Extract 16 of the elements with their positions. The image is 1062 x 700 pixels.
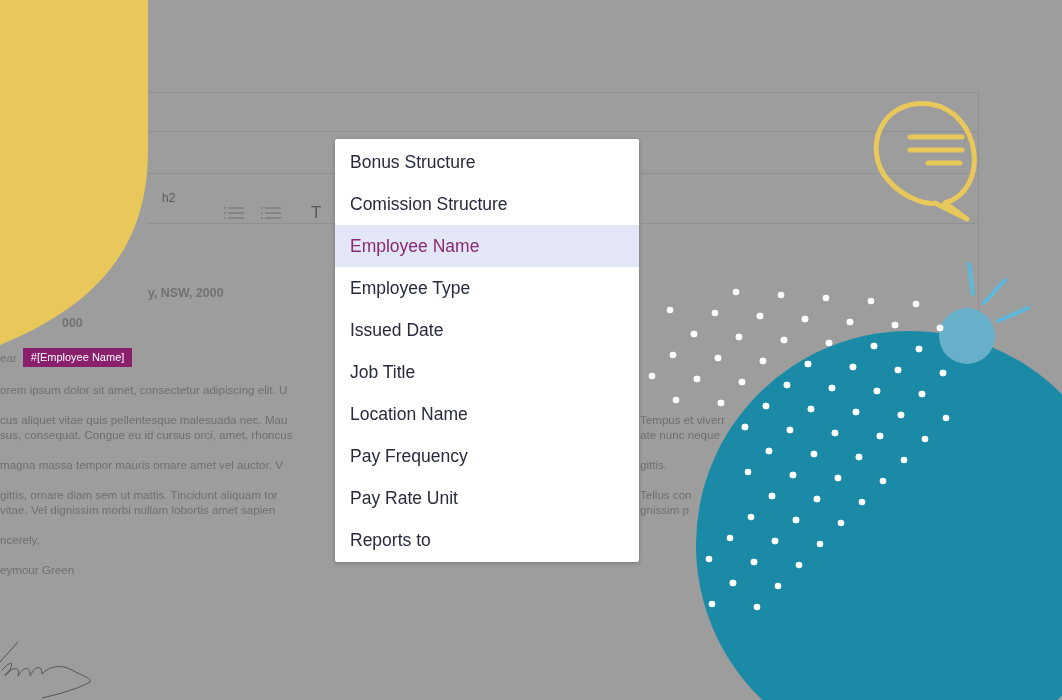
rays-drawing xyxy=(967,262,1030,323)
variable-tag: #[Employee Name] xyxy=(22,348,133,367)
menu-item[interactable]: Comission Structure xyxy=(335,183,639,225)
dot-shape xyxy=(939,308,995,364)
menu-item[interactable]: Bonus Structure xyxy=(335,141,639,183)
menu-item[interactable]: Pay Frequency xyxy=(335,435,639,477)
menu-item[interactable]: Employee Name xyxy=(335,225,639,267)
menu-item[interactable]: Location Name xyxy=(335,393,639,435)
menu-item[interactable]: Reports to xyxy=(335,519,639,561)
bulleted-list-icon[interactable] xyxy=(224,207,244,219)
menu-item[interactable]: Issued Date xyxy=(335,309,639,351)
menu-item[interactable]: Pay Rate Unit xyxy=(335,477,639,519)
numbered-list-icon[interactable] xyxy=(261,207,281,219)
speech-bubble-icon xyxy=(873,101,977,222)
menu-item[interactable]: Job Title xyxy=(335,351,639,393)
menu-item[interactable]: Employee Type xyxy=(335,267,639,309)
